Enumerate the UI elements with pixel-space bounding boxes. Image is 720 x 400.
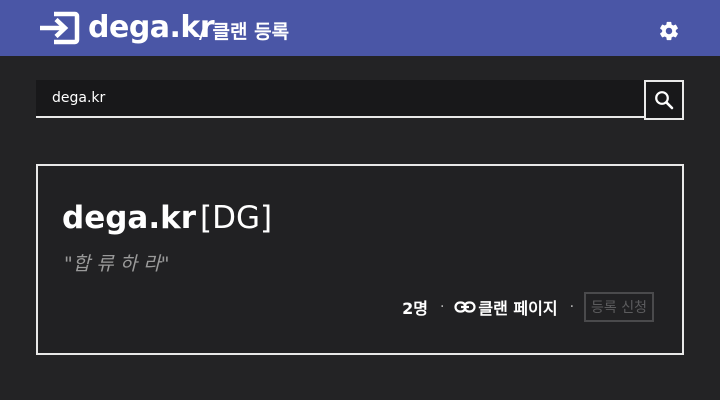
login-arrow-icon[interactable] [38,10,80,46]
clan-page-link[interactable]: 클랜 페이지 [454,295,558,319]
clan-card: dega.kr [DG] "합 류 하 라" 2명 · 클랜 페이지 · 등록 신… [36,164,684,355]
link-icon [454,301,476,313]
brand-title[interactable]: dega.kr [88,9,215,47]
clan-motto: "합 류 하 라" [64,253,170,275]
gear-icon[interactable] [658,20,680,42]
top-header: dega.kr / 클랜 등록 [0,0,720,56]
clan-name: dega.kr [62,200,197,236]
clan-tag: [DG] [200,200,273,236]
search-bar [36,80,684,120]
register-request-button[interactable]: 등록 신청 [584,292,654,322]
search-button[interactable] [644,80,684,120]
clan-meta: 2명 · 클랜 페이지 · 등록 신청 [402,291,654,323]
separator-dot: · [439,299,445,315]
clan-page-link-label: 클랜 페이지 [478,299,558,318]
breadcrumb: / 클랜 등록 [199,21,290,43]
separator-dot: · [569,299,575,315]
clan-title: dega.kr [DG] [62,198,272,238]
member-count: 2명 [402,299,428,318]
search-input[interactable] [36,80,644,118]
search-icon [655,91,674,110]
